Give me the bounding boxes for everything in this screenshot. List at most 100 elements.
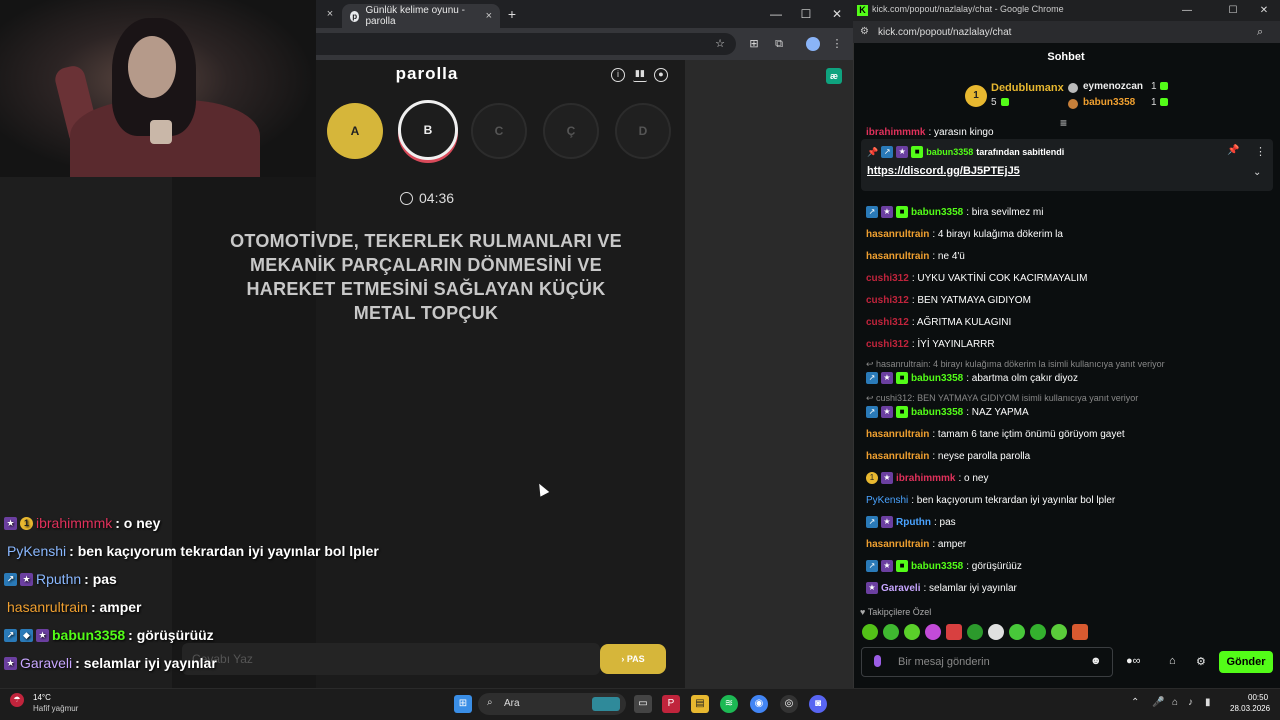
- badge-icon: ★: [866, 582, 878, 594]
- chat-message: ibrahimmmk : yarasın kingo: [866, 126, 994, 139]
- webcam-cup: [150, 120, 172, 144]
- reply-arrow-icon: ↩: [866, 393, 877, 403]
- emote-icon[interactable]: [925, 624, 941, 640]
- chat-message: PyKenshi : ben kaçıyorum tekrardan iyi y…: [866, 491, 1115, 509]
- file-explorer-icon[interactable]: ▤: [691, 695, 709, 713]
- chat-message: ★ Garaveli : selamlar iyi yayınlar: [866, 579, 1017, 597]
- search-highlight-icon: [592, 697, 620, 711]
- translate-icon[interactable]: ⊞: [746, 36, 762, 52]
- tab-parolla[interactable]: p Günlük kelime oyunu - parolla ×: [342, 4, 500, 28]
- badge-icon: ↗: [866, 372, 878, 384]
- pass-button[interactable]: › PAS: [600, 644, 666, 674]
- chat-message: cushi312 : AĞRITMA KULAGINI: [866, 313, 1011, 331]
- emote-icon[interactable]: [1030, 624, 1046, 640]
- chat-message: hasanrultrain : tamam 6 tane içtim önümü…: [866, 425, 1125, 443]
- spotify-icon[interactable]: ≋: [720, 695, 738, 713]
- mic-tray-icon[interactable]: 🎤: [1152, 697, 1164, 708]
- zoom-icon[interactable]: ⌕: [1257, 26, 1263, 39]
- send-button[interactable]: Gönder: [1219, 651, 1273, 673]
- volume-icon[interactable]: ♪: [1188, 697, 1193, 708]
- address-bar[interactable]: [316, 33, 736, 55]
- tray-arrow-icon[interactable]: ⌃: [1131, 697, 1139, 708]
- overlay-msg: : selamlar iyi yayınlar: [75, 655, 217, 671]
- badge-icon: ★: [36, 628, 49, 642]
- weather-temp: 14°C: [33, 693, 51, 702]
- start-icon[interactable]: ⊞: [454, 695, 472, 713]
- clock-icon: [400, 191, 413, 205]
- chat-msg: : ben kaçıyorum tekrardan iyi yayınlar b…: [911, 494, 1116, 506]
- kick-url[interactable]: kick.com/popout/nazlalay/chat: [878, 27, 1011, 38]
- followers-only-notice: ♥ Takipçilere Özel: [860, 607, 931, 617]
- emote-icon[interactable]: [904, 624, 920, 640]
- profile-avatar[interactable]: [806, 37, 820, 51]
- chat-user: babun3358: [911, 406, 964, 418]
- maximize-button[interactable]: ☐: [798, 6, 814, 22]
- page-title: parolla: [395, 64, 459, 83]
- pinned-by-suffix: tarafından sabitlendi: [976, 147, 1065, 157]
- site-settings-icon[interactable]: ⚙: [860, 26, 869, 37]
- kick-window-title: kick.com/popout/nazlalay/chat - Google C…: [872, 4, 1064, 14]
- answer-input[interactable]: Cevabı Yaz: [182, 643, 600, 675]
- close-tab-icon[interactable]: ×: [322, 6, 338, 22]
- emote-icon[interactable]: [1051, 624, 1067, 640]
- overlay-chat-line: hasanrultrain : amper: [4, 596, 142, 618]
- leader-second-count: 1: [1151, 81, 1157, 92]
- emote-icon[interactable]: [946, 624, 962, 640]
- new-tab-button[interactable]: +: [504, 6, 520, 22]
- expand-menu-icon[interactable]: ≡: [1060, 116, 1067, 130]
- minimize-button[interactable]: —: [1179, 3, 1195, 19]
- link-icon[interactable]: ●∞: [1126, 655, 1141, 667]
- emote-icon[interactable]: [1072, 624, 1088, 640]
- pinned-by-user: babun3358: [926, 147, 974, 157]
- emote-icon[interactable]: [862, 624, 878, 640]
- clock-time: 00:50: [1248, 693, 1269, 702]
- chat-user: cushi312: [866, 294, 909, 306]
- chevron-down-icon[interactable]: ⌄: [1253, 167, 1261, 178]
- maximize-button[interactable]: ☐: [1225, 3, 1241, 19]
- rank-badge-icon: 1: [866, 472, 878, 484]
- rank-medal-icon: 1: [965, 85, 987, 107]
- network-icon[interactable]: ⌂: [1172, 697, 1178, 708]
- task-view-icon[interactable]: ▭: [634, 695, 652, 713]
- app-icon[interactable]: ◎: [780, 695, 798, 713]
- chat-user: hasanrultrain: [866, 538, 930, 550]
- info-icon[interactable]: i: [611, 68, 625, 82]
- badge-icon: ↗: [866, 406, 878, 418]
- leader-first-count: 5: [991, 97, 997, 108]
- bookmark-star-icon[interactable]: ☆: [712, 36, 728, 52]
- emoji-icon[interactable]: ☻: [1090, 655, 1102, 667]
- chrome-icon[interactable]: ◉: [750, 695, 768, 713]
- question-text: OTOMOTİVDE, TEKERLEK RULMANLARI VE MEKAN…: [230, 231, 622, 323]
- letter-c: C: [471, 103, 527, 159]
- chat-message-input[interactable]: Bir mesaj gönderin: [861, 647, 1113, 677]
- stats-icon[interactable]: ▮▮: [633, 68, 647, 82]
- emote-icon[interactable]: [988, 624, 1004, 640]
- badge-icon: ★: [896, 146, 909, 158]
- chat-message: hasanrultrain : neyse parolla parolla: [866, 447, 1030, 465]
- emote-icon[interactable]: [967, 624, 983, 640]
- gift-icon: ■: [896, 372, 908, 384]
- discord-icon[interactable]: ◙: [809, 695, 827, 713]
- extension-badge-icon[interactable]: æ: [826, 68, 842, 84]
- battery-icon[interactable]: ▮: [1205, 697, 1211, 708]
- menu-dots-icon[interactable]: ⋮: [829, 36, 845, 52]
- store-icon[interactable]: ⌂: [1169, 655, 1176, 667]
- weather-icon[interactable]: ☂: [10, 693, 24, 707]
- close-window-button[interactable]: ✕: [829, 6, 845, 22]
- account-icon[interactable]: ●: [654, 68, 668, 82]
- close-tab-icon[interactable]: ×: [486, 10, 492, 22]
- emote-icon[interactable]: [1009, 624, 1025, 640]
- close-window-button[interactable]: ✕: [1256, 3, 1272, 19]
- minimize-button[interactable]: —: [768, 6, 784, 22]
- more-options-icon[interactable]: ⋮: [1255, 145, 1266, 158]
- chat-message: cushi312 : BEN YATMAYA GIDIYOM: [866, 291, 1031, 309]
- pinned-link[interactable]: https://discord.gg/BJ5PTEjJ5: [867, 165, 1020, 177]
- unpin-icon[interactable]: 📌: [1227, 145, 1239, 156]
- app-p-icon[interactable]: P: [662, 695, 680, 713]
- extensions-icon[interactable]: ⧉: [771, 36, 787, 52]
- chat-message: ↗ ★ Rputhn : pas: [866, 513, 956, 531]
- gear-icon[interactable]: ⚙: [1196, 655, 1206, 668]
- mic-icon[interactable]: [874, 655, 881, 667]
- pinned-header: 📌 ↗ ★ ■ babun3358 tarafından sabitlendi: [867, 146, 1064, 158]
- emote-icon[interactable]: [883, 624, 899, 640]
